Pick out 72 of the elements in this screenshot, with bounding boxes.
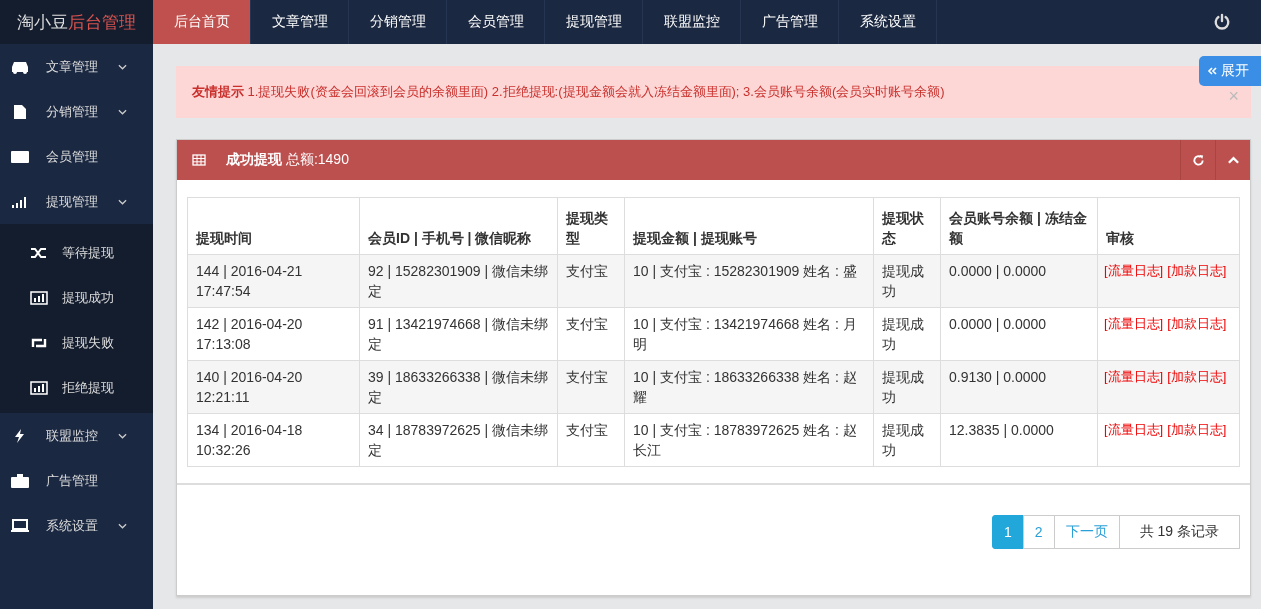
table-cell: 支付宝 xyxy=(557,413,625,467)
column-header: 会员ID | 手机号 | 微信昵称 xyxy=(359,197,558,255)
sidebar-item[interactable]: 会员管理 xyxy=(0,134,153,179)
table-cell: 提现成功 xyxy=(873,413,941,467)
sidebar-item[interactable]: 联盟监控 xyxy=(0,413,153,458)
log-link[interactable]: [流量日志] xyxy=(1104,316,1164,331)
table-cell: 140 | 2016-04-20 12:21:11 xyxy=(187,360,360,414)
laptop-icon xyxy=(10,517,30,534)
table-cell: 提现成功 xyxy=(873,360,941,414)
table-cell: 支付宝 xyxy=(557,254,625,308)
panel-title: 成功提现 总额:1490 xyxy=(226,151,349,169)
table-cell: 134 | 2016-04-18 10:32:26 xyxy=(187,413,360,467)
table-cell: 92 | 15282301909 | 微信未绑定 xyxy=(359,254,558,308)
submenu-item[interactable]: 提现失败 xyxy=(0,320,153,365)
sidebar-item[interactable]: 系统设置 xyxy=(0,503,153,548)
table-cell: 0.9130 | 0.0000 xyxy=(940,360,1098,414)
table-cell: 提现成功 xyxy=(873,307,941,361)
table-cell: 144 | 2016-04-21 17:47:54 xyxy=(187,254,360,308)
table-cell: 10 | 支付宝 : 18633266338 姓名 : 赵耀 xyxy=(624,360,874,414)
submenu-item[interactable]: 等待提现 xyxy=(0,230,153,275)
table-cell: 提现成功 xyxy=(873,254,941,308)
nav-tab[interactable]: 系统设置 xyxy=(839,0,937,44)
chart-icon xyxy=(30,290,48,305)
column-header: 审核 xyxy=(1097,197,1240,255)
chevron-up-icon xyxy=(1226,155,1240,165)
table-cell: 0.0000 | 0.0000 xyxy=(940,254,1098,308)
double-chevron-icon xyxy=(1207,67,1217,75)
nav-tab[interactable]: 广告管理 xyxy=(741,0,839,44)
nav-tab[interactable]: 会员管理 xyxy=(447,0,545,44)
power-icon[interactable] xyxy=(1213,13,1231,31)
chart-icon xyxy=(30,380,48,395)
record-count: 共 19 条记录 xyxy=(1118,515,1240,549)
table-cell: 支付宝 xyxy=(557,360,625,414)
log-link[interactable]: [加款日志] xyxy=(1167,316,1227,331)
sidebar-item[interactable]: 文章管理 xyxy=(0,44,153,89)
sidebar-item[interactable]: 分销管理 xyxy=(0,89,153,134)
logo: 淘小豆后台管理 xyxy=(0,0,153,44)
alert-text: 友情提示 1.提现失败(资金会回滚到会员的余额里面) 2.拒绝提现:(提现金额会就入冻结金额里面); 3.会员账号余额(会员实时账号余额) xyxy=(192,83,945,101)
table-cell: 10 | 支付宝 : 15282301909 姓名 : 盛 xyxy=(624,254,874,308)
log-link[interactable]: [流量日志] xyxy=(1104,263,1164,278)
log-link[interactable]: [流量日志] xyxy=(1104,369,1164,384)
table-cell: 12.3835 | 0.0000 xyxy=(940,413,1098,467)
table-cell: 39 | 18633266338 | 微信未绑定 xyxy=(359,360,558,414)
log-link[interactable]: [流量日志] xyxy=(1104,422,1164,437)
nav-tab[interactable]: 后台首页 xyxy=(153,0,251,44)
column-header: 提现金额 | 提现账号 xyxy=(624,197,874,255)
table-cell: 10 | 支付宝 : 18783972625 姓名 : 赵长江 xyxy=(624,413,874,467)
briefcase-icon xyxy=(10,472,30,489)
column-header: 提现类型 xyxy=(557,197,625,255)
nav-tab[interactable]: 分销管理 xyxy=(349,0,447,44)
column-header: 提现时间 xyxy=(187,197,360,255)
log-link[interactable]: [加款日志] xyxy=(1167,369,1227,384)
table-cell: 0.0000 | 0.0000 xyxy=(940,307,1098,361)
refresh-icon xyxy=(1191,153,1205,167)
sidebar-item[interactable]: 提现管理 xyxy=(0,179,153,224)
column-header: 提现状态 xyxy=(873,197,941,255)
table-icon xyxy=(192,154,206,166)
table-cell: 142 | 2016-04-20 17:13:08 xyxy=(187,307,360,361)
nav-tab[interactable]: 提现管理 xyxy=(545,0,643,44)
sidebar-item[interactable]: 广告管理 xyxy=(0,458,153,503)
column-header: 会员账号余额 | 冻结金额 xyxy=(940,197,1098,255)
submenu-item[interactable]: 拒绝提现 xyxy=(0,365,153,410)
submenu-item[interactable]: 提现成功 xyxy=(0,275,153,320)
nav-tab[interactable]: 联盟监控 xyxy=(643,0,741,44)
table-cell: 34 | 18783972625 | 微信未绑定 xyxy=(359,413,558,467)
nav-tab[interactable]: 文章管理 xyxy=(251,0,349,44)
table-cell: 10 | 支付宝 : 13421974668 姓名 : 月明 xyxy=(624,307,874,361)
table-cell: 支付宝 xyxy=(557,307,625,361)
log-link[interactable]: [加款日志] xyxy=(1167,263,1227,278)
log-link[interactable]: [加款日志] xyxy=(1167,422,1227,437)
table-cell: 91 | 13421974668 | 微信未绑定 xyxy=(359,307,558,361)
shuffle-icon xyxy=(30,245,48,260)
